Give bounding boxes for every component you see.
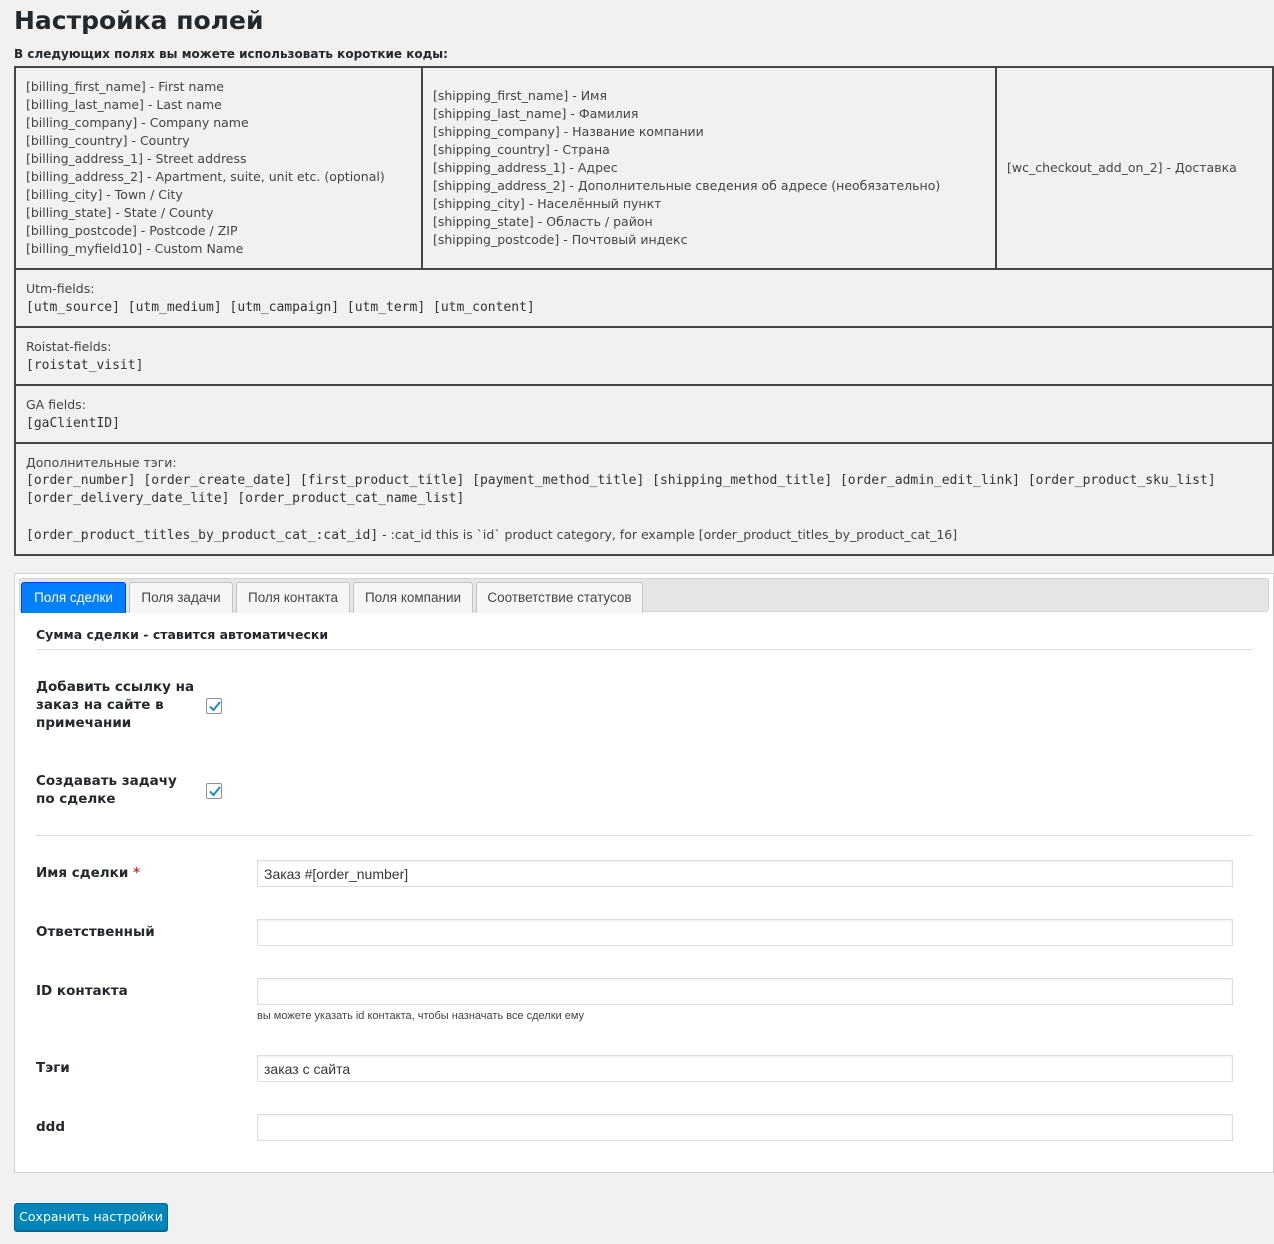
ddd-label: ddd bbox=[36, 1119, 65, 1135]
code-line: [billing_state] - State / County bbox=[26, 205, 214, 220]
divider bbox=[36, 835, 1253, 836]
cat-tag-code: [order_product_titles_by_product_cat_:ca… bbox=[26, 527, 379, 543]
responsible-label: Ответственный bbox=[36, 924, 155, 940]
ga-fields-cell: GA fields: [gaClientID] bbox=[14, 384, 1274, 444]
tab-status-mapping[interactable]: Соответствие статусов bbox=[476, 582, 643, 613]
page-title: Настройка полей bbox=[14, 6, 264, 35]
code-line: [shipping_company] - Название компании bbox=[433, 124, 704, 139]
code-line: [billing_address_1] - Street address bbox=[26, 151, 247, 166]
billing-codes-cell: [billing_first_name] - First name [billi… bbox=[14, 66, 423, 270]
roistat-fields-codes: [roistat_visit] bbox=[26, 357, 144, 373]
save-settings-button[interactable]: Сохранить настройки bbox=[14, 1203, 168, 1231]
add-link-label: Добавить ссылку на заказ на сайте в прим… bbox=[36, 679, 195, 731]
code-line: [billing_city] - Town / City bbox=[26, 187, 183, 202]
settings-panel: Поля сделки Поля задачи Поля контакта По… bbox=[14, 573, 1274, 1173]
code-line: [shipping_country] - Страна bbox=[433, 142, 610, 157]
extra-tags-label: Дополнительные тэги: bbox=[26, 454, 177, 470]
addon-codes-cell: [wc_checkout_add_on_2] - Доставка bbox=[995, 66, 1274, 270]
tab-deal-fields[interactable]: Поля сделки bbox=[21, 582, 126, 613]
utm-fields-label: Utm-fields: bbox=[26, 280, 95, 296]
roistat-fields-cell: Roistat-fields: [roistat_visit] bbox=[14, 326, 1274, 386]
cat-tag-description: - :cat_id this is `id` product category,… bbox=[378, 526, 958, 542]
code-line: [shipping_address_2] - Дополнительные св… bbox=[433, 178, 941, 193]
code-line: [shipping_last_name] - Фамилия bbox=[433, 106, 639, 121]
contact-id-label: ID контакта bbox=[36, 983, 128, 999]
extra-tags-line: [order_delivery_date_lite] [order_produc… bbox=[26, 490, 465, 506]
tags-label: Тэги bbox=[36, 1060, 70, 1076]
deal-sum-note: Сумма сделки - ставится автоматически bbox=[36, 627, 329, 642]
code-line: [billing_country] - Country bbox=[26, 133, 190, 148]
code-line: [shipping_state] - Область / район bbox=[433, 214, 653, 229]
code-line: [shipping_postcode] - Почтовый индекс bbox=[433, 232, 688, 247]
create-task-label: Создавать задачу по сделке bbox=[36, 773, 177, 807]
add-link-checkbox[interactable] bbox=[206, 698, 222, 714]
shipping-codes-cell: [shipping_first_name] - Имя [shipping_la… bbox=[421, 66, 997, 270]
roistat-fields-label: Roistat-fields: bbox=[26, 338, 112, 354]
tab-bar: Поля сделки Поля задачи Поля контакта По… bbox=[19, 578, 1269, 613]
checkmark-icon bbox=[209, 701, 221, 712]
shortcodes-intro: В следующих полях вы можете использовать… bbox=[14, 47, 448, 61]
ddd-input[interactable] bbox=[257, 1114, 1233, 1141]
code-line: [shipping_first_name] - Имя bbox=[433, 88, 607, 103]
create-task-checkbox[interactable] bbox=[206, 783, 222, 799]
code-line: [shipping_address_1] - Адрес bbox=[433, 160, 618, 175]
code-line: [billing_postcode] - Postcode / ZIP bbox=[26, 223, 238, 238]
tags-input[interactable] bbox=[257, 1055, 1233, 1082]
ga-fields-label: GA fields: bbox=[26, 396, 86, 412]
contact-id-hint: вы можете указать id контакта, чтобы наз… bbox=[257, 1010, 585, 1022]
contact-id-input[interactable] bbox=[257, 978, 1233, 1005]
tab-company-fields[interactable]: Поля компании bbox=[353, 582, 473, 613]
extra-tags-line: [order_number] [order_create_date] [firs… bbox=[26, 472, 1216, 488]
code-line: [wc_checkout_add_on_2] - Доставка bbox=[1007, 160, 1237, 175]
code-line: [billing_first_name] - First name bbox=[26, 79, 224, 94]
deal-name-label: Имя сделки * bbox=[36, 865, 141, 881]
code-line: [billing_myfield10] - Custom Name bbox=[26, 241, 244, 256]
utm-fields-codes: [utm_source] [utm_medium] [utm_campaign]… bbox=[26, 299, 535, 315]
required-mark: * bbox=[132, 865, 141, 881]
tab-contact-fields[interactable]: Поля контакта bbox=[236, 582, 350, 613]
code-line: [billing_company] - Company name bbox=[26, 115, 249, 130]
utm-fields-cell: Utm-fields: [utm_source] [utm_medium] [u… bbox=[14, 268, 1274, 328]
code-line: [shipping_city] - Населённый пункт bbox=[433, 196, 662, 211]
divider bbox=[36, 649, 1253, 650]
ga-fields-codes: [gaClientID] bbox=[26, 415, 120, 431]
code-line: [billing_address_2] - Apartment, suite, … bbox=[26, 169, 385, 184]
extra-tags-cell: Дополнительные тэги: [order_number] [ord… bbox=[14, 442, 1274, 556]
shortcodes-table: [billing_first_name] - First name [billi… bbox=[14, 66, 1274, 556]
responsible-input[interactable] bbox=[257, 919, 1233, 946]
code-line: [billing_last_name] - Last name bbox=[26, 97, 222, 112]
checkmark-icon bbox=[209, 786, 221, 797]
tab-task-fields[interactable]: Поля задачи bbox=[129, 582, 233, 613]
deal-name-input[interactable] bbox=[257, 860, 1233, 887]
